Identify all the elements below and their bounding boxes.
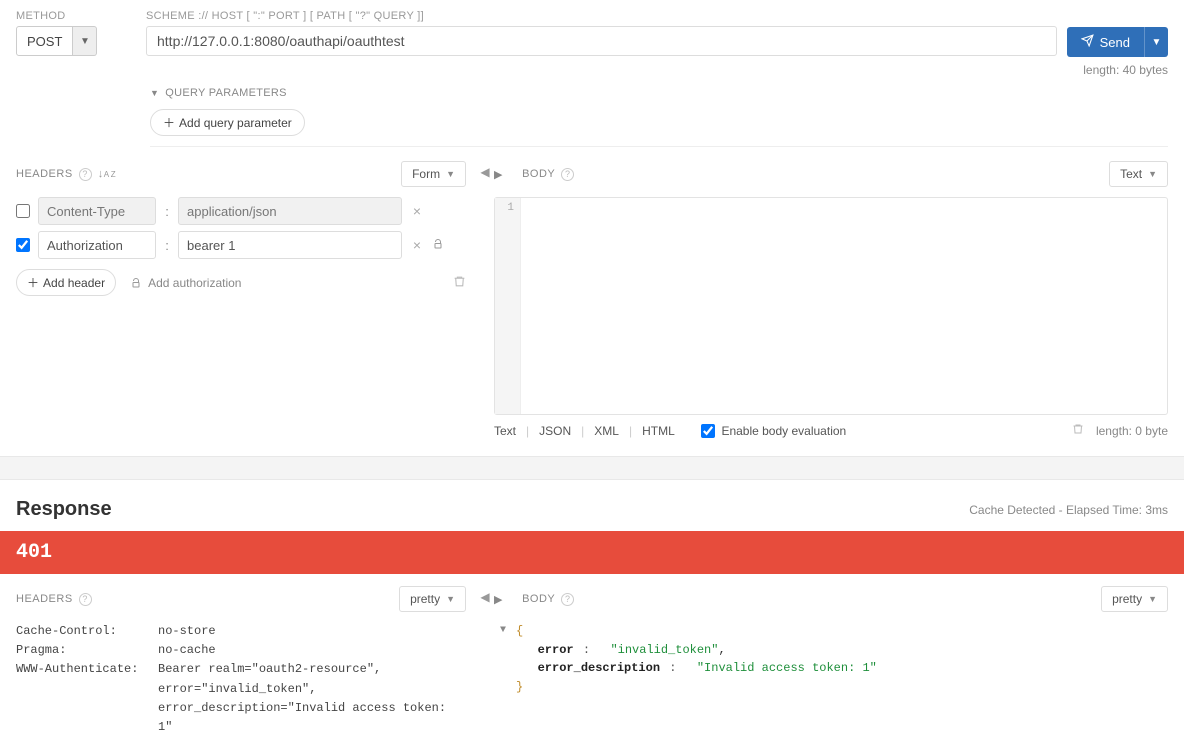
body-editor[interactable]: 1	[494, 197, 1168, 415]
trash-icon[interactable]	[453, 275, 466, 291]
enable-body-eval-checkbox[interactable]	[701, 424, 715, 438]
headers-mode-dropdown[interactable]: Form ▼	[401, 161, 466, 187]
chevron-down-icon: ▼	[1148, 169, 1157, 179]
add-query-param-label: Add query parameter	[179, 116, 292, 130]
collapse-left-icon[interactable]: ◀	[480, 165, 489, 179]
chevron-down-icon: ▼	[446, 594, 455, 604]
add-authorization-link[interactable]: Add authorization	[130, 276, 241, 290]
resp-header-key: Pragma:	[16, 641, 140, 660]
expand-right-icon[interactable]: ▶	[494, 593, 503, 606]
response-header-row: WWW-Authenticate: Bearer realm="oauth2-r…	[16, 660, 466, 737]
header-checkbox[interactable]	[16, 204, 30, 218]
expand-right-icon[interactable]: ▶	[494, 168, 503, 181]
send-button-label: Send	[1100, 35, 1130, 50]
method-select-caret[interactable]: ▼	[73, 26, 97, 56]
lock-icon[interactable]	[432, 238, 444, 253]
method-select[interactable]: POST	[16, 26, 73, 56]
response-title: Response	[16, 498, 112, 521]
method-value: POST	[27, 34, 62, 49]
chevron-down-icon: ▼	[1148, 594, 1157, 604]
send-button-caret[interactable]: ▼	[1144, 27, 1168, 57]
plus-icon: ＋	[27, 274, 39, 291]
header-name-input[interactable]	[38, 231, 156, 259]
collapse-left-icon[interactable]: ◀	[480, 590, 489, 604]
help-icon[interactable]: ?	[79, 593, 92, 606]
body-title: BODY	[522, 168, 555, 180]
send-icon	[1081, 34, 1094, 50]
header-name-input[interactable]	[38, 197, 156, 225]
sort-icon[interactable]: ↓A Z	[98, 168, 116, 180]
query-params-toggle[interactable]: ▼ QUERY PARAMETERS	[150, 77, 1168, 109]
response-body-mode-label: pretty	[1112, 592, 1142, 606]
response-headers-title: HEADERS	[16, 593, 73, 605]
response-body-mode-dropdown[interactable]: pretty ▼	[1101, 586, 1168, 612]
response-meta: Cache Detected - Elapsed Time: 3ms	[969, 503, 1168, 517]
body-tab-text[interactable]: Text	[494, 424, 516, 438]
header-row: : ×	[16, 231, 466, 259]
response-header-row: Cache-Control: no-store	[16, 622, 466, 641]
body-tab-xml[interactable]: XML	[594, 424, 619, 438]
resp-header-key: Cache-Control:	[16, 622, 140, 641]
response-headers-mode-dropdown[interactable]: pretty ▼	[399, 586, 466, 612]
query-params-title: QUERY PARAMETERS	[165, 87, 287, 99]
plus-icon: ＋	[163, 114, 175, 131]
response-json-tree: ▼ { error : "invalid_token", error_descr…	[494, 622, 1168, 696]
add-auth-label: Add authorization	[148, 276, 241, 290]
caret-down-icon: ▼	[150, 88, 159, 98]
response-body-title: BODY	[522, 593, 555, 605]
resp-header-value: no-cache	[158, 641, 466, 660]
url-input[interactable]	[146, 26, 1057, 56]
remove-header-icon[interactable]: ×	[410, 203, 424, 219]
response-headers-mode-label: pretty	[410, 592, 440, 606]
colon: :	[164, 238, 170, 253]
remove-header-icon[interactable]: ×	[410, 237, 424, 253]
headers-mode-label: Form	[412, 167, 440, 181]
json-collapse-icon[interactable]: ▼	[500, 623, 506, 639]
headers-title: HEADERS	[16, 168, 73, 180]
add-header-label: Add header	[43, 276, 105, 290]
send-button[interactable]: Send	[1067, 27, 1144, 57]
header-value-input[interactable]	[178, 231, 402, 259]
enable-body-eval[interactable]: Enable body evaluation	[701, 424, 846, 438]
help-icon[interactable]: ?	[561, 593, 574, 606]
enable-body-eval-label: Enable body evaluation	[721, 424, 846, 438]
trash-icon[interactable]	[1072, 423, 1084, 438]
response-header-row: Pragma: no-cache	[16, 641, 466, 660]
body-tab-json[interactable]: JSON	[539, 424, 571, 438]
header-row: : ×	[16, 197, 466, 225]
add-query-param-button[interactable]: ＋ Add query parameter	[150, 109, 305, 136]
url-length-hint: length: 40 bytes	[16, 63, 1168, 77]
body-tab-html[interactable]: HTML	[642, 424, 675, 438]
body-length-hint: length: 0 byte	[1096, 424, 1168, 438]
help-icon[interactable]: ?	[79, 168, 92, 181]
editor-gutter: 1	[495, 198, 521, 414]
header-value-input[interactable]	[178, 197, 402, 225]
method-label: METHOD	[16, 10, 136, 22]
body-mode-dropdown[interactable]: Text ▼	[1109, 161, 1168, 187]
resp-header-value: Bearer realm="oauth2-resource", error="i…	[158, 660, 466, 737]
resp-header-value: no-store	[158, 622, 466, 641]
add-header-button[interactable]: ＋ Add header	[16, 269, 116, 296]
url-label: SCHEME :// HOST [ ":" PORT ] [ PATH [ "?…	[146, 10, 1057, 22]
help-icon[interactable]: ?	[561, 168, 574, 181]
colon: :	[164, 204, 170, 219]
response-status-code: 401	[0, 531, 1184, 574]
chevron-down-icon: ▼	[446, 169, 455, 179]
header-checkbox[interactable]	[16, 238, 30, 252]
body-mode-label: Text	[1120, 167, 1142, 181]
resp-header-key: WWW-Authenticate:	[16, 660, 140, 737]
